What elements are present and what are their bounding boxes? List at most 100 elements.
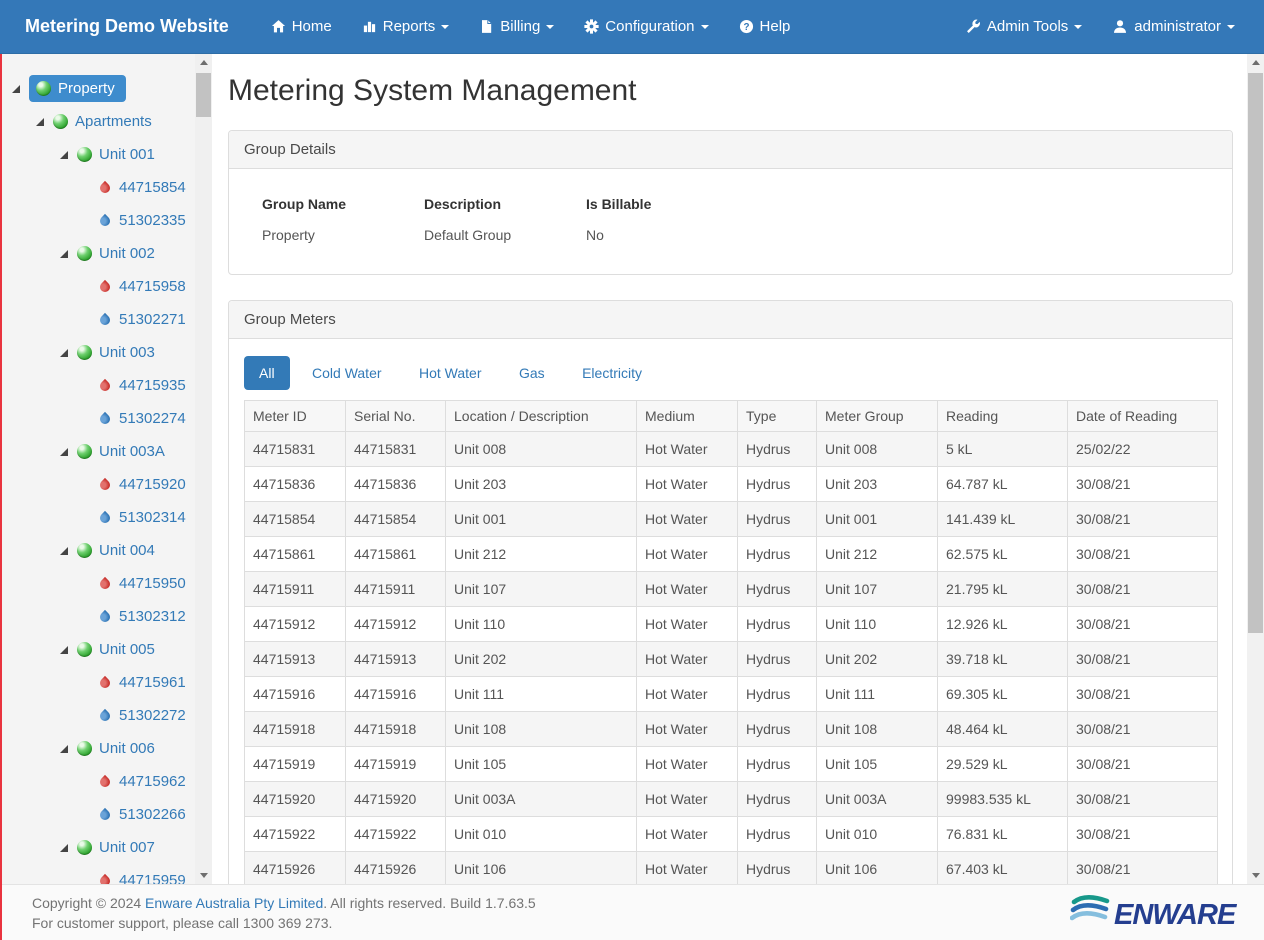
arrow-down-icon (200, 873, 208, 882)
type-cell: Hydrus (738, 677, 817, 712)
filter-tab[interactable]: Gas (504, 356, 560, 390)
expand-icon[interactable] (60, 646, 68, 654)
filter-tab[interactable]: Hot Water (404, 356, 497, 390)
tree-item-label: Unit 003A (99, 443, 165, 460)
type-cell: Hydrus (738, 852, 817, 885)
meter-row[interactable]: 44715912 44715912 Unit 110 Hot Water Hyd… (245, 607, 1218, 642)
tree-node-icon (77, 543, 92, 558)
nav-billing[interactable]: Billing (464, 0, 569, 53)
tree-item-label: 51302272 (119, 707, 186, 724)
nav-admin-tools[interactable]: Admin Tools (951, 0, 1097, 53)
scroll-down-button[interactable] (1247, 867, 1264, 884)
scroll-down-button[interactable] (195, 867, 212, 884)
reading-cell: 12.926 kL (938, 607, 1068, 642)
tree-node[interactable]: Unit 001 (77, 141, 161, 168)
company-link[interactable]: Enware Australia Pty Limited (145, 895, 323, 911)
detail-label: Is Billable (578, 188, 740, 221)
tree-node[interactable]: 44715958 (97, 273, 192, 300)
expand-icon[interactable] (60, 844, 68, 852)
tree-node[interactable]: 51302335 (97, 207, 192, 234)
brand-title[interactable]: Metering Demo Website (0, 0, 244, 53)
tree-node[interactable]: Unit 004 (77, 537, 161, 564)
type-cell: Hydrus (738, 782, 817, 817)
tree-node[interactable]: 44715920 (97, 471, 192, 498)
location-cell: Unit 106 (446, 852, 637, 885)
tree-node-icon (77, 840, 92, 855)
tree-node[interactable]: 51302266 (97, 801, 192, 828)
tree-node[interactable]: 44715935 (97, 372, 192, 399)
meter-row[interactable]: 44715836 44715836 Unit 203 Hot Water Hyd… (245, 467, 1218, 502)
tree-item-label: Unit 006 (99, 740, 155, 757)
tree-node[interactable]: Unit 003 (77, 339, 161, 366)
meter-id-cell: 44715916 (245, 677, 346, 712)
chevron-down-icon (701, 25, 709, 29)
scrollbar-thumb[interactable] (1248, 73, 1263, 633)
tree-node[interactable]: Unit 007 (77, 834, 161, 861)
tree-node[interactable]: 51302314 (97, 504, 192, 531)
nav-help[interactable]: ? Help (724, 0, 806, 53)
scroll-up-button[interactable] (195, 54, 212, 71)
meter-row[interactable]: 44715926 44715926 Unit 106 Hot Water Hyd… (245, 852, 1218, 885)
medium-cell: Hot Water (637, 572, 738, 607)
reading-date-cell: 30/08/21 (1068, 607, 1218, 642)
tree-node-icon (77, 741, 92, 756)
tree-node-icon (98, 874, 112, 884)
nav-configuration[interactable]: Configuration (569, 0, 723, 53)
tree-node[interactable]: 44715961 (97, 669, 192, 696)
tree-node[interactable]: 44715959 (97, 867, 192, 884)
meter-row[interactable]: 44715922 44715922 Unit 010 Hot Water Hyd… (245, 817, 1218, 852)
tree-item: 44715962 (0, 765, 212, 798)
filter-tab[interactable]: All (244, 356, 290, 390)
home-icon (271, 19, 286, 34)
meter-group-cell: Unit 106 (817, 852, 938, 885)
meter-row[interactable]: 44715831 44715831 Unit 008 Hot Water Hyd… (245, 432, 1218, 467)
tree-node[interactable]: Property (29, 75, 126, 102)
enware-logo: ENWARE (1070, 893, 1238, 933)
meter-row[interactable]: 44715861 44715861 Unit 212 Hot Water Hyd… (245, 537, 1218, 572)
tree-node[interactable]: 44715950 (97, 570, 192, 597)
tree-node[interactable]: Unit 003A (77, 438, 171, 465)
meter-row[interactable]: 44715911 44715911 Unit 107 Hot Water Hyd… (245, 572, 1218, 607)
serial-no-cell: 44715912 (346, 607, 446, 642)
tree-item-label: 44715854 (119, 179, 186, 196)
meter-row[interactable]: 44715913 44715913 Unit 202 Hot Water Hyd… (245, 642, 1218, 677)
tree-node[interactable]: 51302274 (97, 405, 192, 432)
expand-icon[interactable] (12, 85, 20, 93)
tree-item: Unit 005 (0, 633, 212, 666)
filter-tab[interactable]: Cold Water (297, 356, 397, 390)
nav-administrator[interactable]: administrator (1097, 0, 1250, 53)
nav-home[interactable]: Home (256, 0, 347, 53)
tree-node-icon (98, 511, 112, 525)
expand-icon[interactable] (60, 547, 68, 555)
tree-node[interactable]: 44715854 (97, 174, 192, 201)
expand-icon[interactable] (60, 151, 68, 159)
expand-icon[interactable] (60, 349, 68, 357)
expand-icon[interactable] (60, 448, 68, 456)
expand-icon[interactable] (60, 250, 68, 258)
meter-row[interactable]: 44715916 44715916 Unit 111 Hot Water Hyd… (245, 677, 1218, 712)
tree-node[interactable]: 44715962 (97, 768, 192, 795)
meter-row[interactable]: 44715919 44715919 Unit 105 Hot Water Hyd… (245, 747, 1218, 782)
tree-node[interactable]: Unit 002 (77, 240, 161, 267)
tree-node[interactable]: Unit 005 (77, 636, 161, 663)
arrow-down-icon (1252, 873, 1260, 882)
tree-node[interactable]: Unit 006 (77, 735, 161, 762)
expand-icon[interactable] (36, 118, 44, 126)
scrollbar-thumb[interactable] (196, 73, 211, 117)
tree-node[interactable]: Apartments (53, 108, 158, 135)
chevron-down-icon (1074, 25, 1082, 29)
scroll-up-button[interactable] (1247, 54, 1264, 71)
type-cell: Hydrus (738, 817, 817, 852)
meter-row[interactable]: 44715920 44715920 Unit 003A Hot Water Hy… (245, 782, 1218, 817)
meter-row[interactable]: 44715918 44715918 Unit 108 Hot Water Hyd… (245, 712, 1218, 747)
nav-reports[interactable]: Reports (347, 0, 465, 53)
reading-cell: 39.718 kL (938, 642, 1068, 677)
tree-node[interactable]: 51302272 (97, 702, 192, 729)
filter-tab[interactable]: Electricity (567, 356, 657, 390)
type-cell: Hydrus (738, 712, 817, 747)
tree-node[interactable]: 51302271 (97, 306, 192, 333)
expand-icon[interactable] (60, 745, 68, 753)
meter-row[interactable]: 44715854 44715854 Unit 001 Hot Water Hyd… (245, 502, 1218, 537)
group-details-body: Group Name Property Description Default … (229, 169, 1232, 274)
tree-node[interactable]: 51302312 (97, 603, 192, 630)
